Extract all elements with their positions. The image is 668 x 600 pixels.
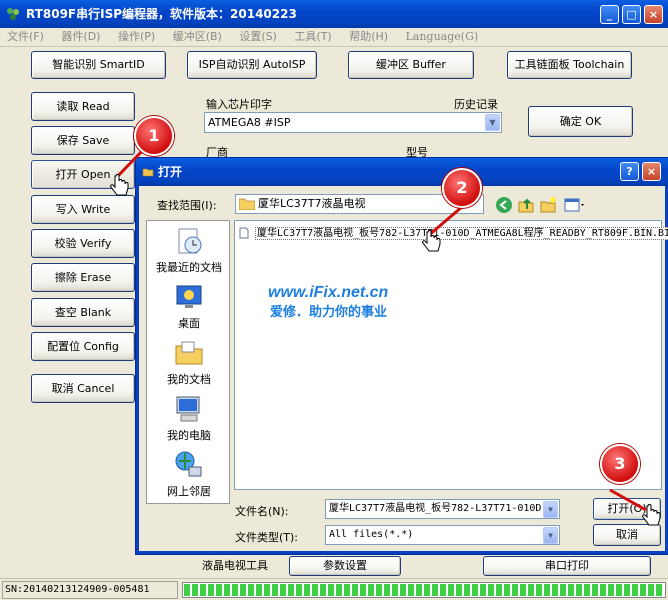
callout-3: 3 xyxy=(600,444,640,484)
menu-help[interactable]: 帮助(H) xyxy=(342,28,395,46)
dialog-title: 打开 xyxy=(158,165,183,179)
tab-lcd-tv-tools[interactable]: 液晶电视工具 xyxy=(183,556,287,576)
place-my-computer-label: 我的电脑 xyxy=(167,429,211,442)
look-in-value: 厦华LC37T7液晶电视 xyxy=(258,197,366,210)
chevron-down-icon[interactable]: ▼ xyxy=(543,501,558,518)
history-label: 历史记录 xyxy=(454,98,498,111)
back-icon[interactable] xyxy=(495,196,513,214)
blank-check-button[interactable]: 查空 Blank xyxy=(31,298,135,327)
close-button[interactable]: × xyxy=(644,5,663,24)
filename-combobox[interactable]: 厦华LC37T7液晶电视_板号782-L37T71-010D ▼ xyxy=(325,499,560,519)
serial-number: SN:20140213124909-005481 xyxy=(2,581,178,599)
erase-button[interactable]: 擦除 Erase xyxy=(31,263,135,292)
app-logo-icon xyxy=(7,8,19,20)
tab-serial-print[interactable]: 串口打印 xyxy=(483,556,651,576)
place-my-computer[interactable]: 我的电脑 xyxy=(147,393,231,443)
filetype-value: All files(*.*) xyxy=(329,529,414,540)
app-title: RT809F串行ISP编程器，软件版本：20140223 xyxy=(26,7,297,21)
network-places-icon xyxy=(175,451,202,477)
menubar: 文件(F) 器件(D) 操作(P) 缓冲区(B) 设置(S) 工具(T) 帮助(… xyxy=(0,28,668,47)
watermark-slogan: 爱修．助力你的事业 xyxy=(270,305,388,320)
save-button[interactable]: 保存 Save xyxy=(31,126,135,155)
look-in-label: 查找范围(I): xyxy=(157,199,217,212)
ok-button[interactable]: 确定 OK xyxy=(528,106,633,137)
buffer-button[interactable]: 缓冲区 Buffer xyxy=(348,51,474,79)
progress-fill xyxy=(184,584,664,596)
help-button[interactable]: ? xyxy=(620,162,639,181)
file-name: 厦华LC37T7液晶电视_板号782-L37T71-010D_ATMEGA8L程… xyxy=(255,227,668,240)
place-recent-label: 我最近的文档 xyxy=(156,261,222,274)
menu-tools[interactable]: 工具(T) xyxy=(287,28,338,46)
hand-cursor-icon xyxy=(110,174,129,196)
chip-marking-value: ATMEGA8 #ISP xyxy=(208,116,291,129)
filename-label: 文件名(N): xyxy=(235,505,289,518)
progress-bar xyxy=(182,582,666,598)
cancel-operation-button[interactable]: 取消 Cancel xyxy=(31,374,135,403)
file-item[interactable]: 厦华LC37T7液晶电视_板号782-L37T71-010D_ATMEGA8L程… xyxy=(239,226,668,241)
verify-button[interactable]: 校验 Verify xyxy=(31,229,135,258)
desktop-icon xyxy=(176,285,202,308)
chevron-down-icon[interactable]: ▼ xyxy=(543,527,558,544)
menu-buffer[interactable]: 缓冲区(B) xyxy=(166,28,229,46)
menu-device[interactable]: 器件(D) xyxy=(54,28,107,46)
filetype-label: 文件类型(T): xyxy=(235,531,299,544)
folder-open-icon xyxy=(142,168,154,177)
hand-cursor-icon xyxy=(642,504,661,526)
file-list: 厦华LC37T7液晶电视_板号782-L37T71-010D_ATMEGA8L程… xyxy=(234,220,668,490)
minimize-button[interactable]: _ xyxy=(600,5,619,24)
autoisp-button[interactable]: ISP自动识别 AutoISP xyxy=(187,51,317,79)
recent-documents-icon xyxy=(178,228,202,254)
maximize-button[interactable]: □ xyxy=(622,5,641,24)
place-recent[interactable]: 我最近的文档 xyxy=(147,225,231,275)
hand-cursor-icon xyxy=(422,230,441,252)
menu-operation[interactable]: 操作(P) xyxy=(111,28,162,46)
place-desktop[interactable]: 桌面 xyxy=(147,281,231,331)
status-bar: SN:20140213124909-005481 xyxy=(0,578,668,600)
place-my-documents[interactable]: 我的文档 xyxy=(147,337,231,387)
up-folder-icon[interactable] xyxy=(517,196,535,214)
callout-1: 1 xyxy=(134,116,174,156)
menu-language[interactable]: Language(G) xyxy=(399,28,486,46)
folder-icon xyxy=(239,198,255,210)
my-computer-icon xyxy=(176,396,200,422)
new-folder-icon[interactable] xyxy=(539,196,557,214)
main-window: RT809F串行ISP编程器，软件版本：20140223 _ □ × 文件(F)… xyxy=(0,0,668,600)
menu-settings[interactable]: 设置(S) xyxy=(232,28,284,46)
open-file-dialog: 打开 ? × 查找范围(I): 厦华LC37T7液晶电视 我最近的文档 桌面 我… xyxy=(136,158,668,554)
dialog-close-button[interactable]: × xyxy=(642,162,661,181)
chevron-down-icon[interactable]: ▼ xyxy=(485,114,500,131)
file-icon xyxy=(239,227,249,239)
filetype-combobox[interactable]: All files(*.*) ▼ xyxy=(325,525,560,545)
view-menu-icon[interactable] xyxy=(563,196,587,214)
place-my-documents-label: 我的文档 xyxy=(167,373,211,386)
place-network-label: 网上邻居 xyxy=(167,485,211,498)
place-desktop-label: 桌面 xyxy=(178,317,200,330)
chip-marking-combobox[interactable]: ATMEGA8 #ISP ▼ xyxy=(204,112,502,133)
toolchain-button[interactable]: 工具链面板 Toolchain xyxy=(507,51,632,79)
places-bar: 我最近的文档 桌面 我的文档 我的电脑 网上邻居 xyxy=(146,220,230,504)
config-button[interactable]: 配置位 Config xyxy=(31,332,135,361)
place-network[interactable]: 网上邻居 xyxy=(147,449,231,499)
app-titlebar: RT809F串行ISP编程器，软件版本：20140223 _ □ × xyxy=(0,0,668,28)
my-documents-icon xyxy=(175,341,203,365)
filename-value: 厦华LC37T7液晶电视_板号782-L37T71-010D xyxy=(329,503,542,514)
menu-file[interactable]: 文件(F) xyxy=(0,28,51,46)
callout-2: 2 xyxy=(442,168,482,208)
watermark-url: www.iFix.net.cn xyxy=(268,284,389,301)
chip-input-label: 输入芯片印字 xyxy=(206,98,272,111)
dialog-titlebar: 打开 ? × xyxy=(136,158,668,186)
tab-parameter-settings[interactable]: 参数设置 xyxy=(289,556,401,576)
smartid-button[interactable]: 智能识别 SmartID xyxy=(31,51,166,79)
read-button[interactable]: 读取 Read xyxy=(31,92,135,121)
